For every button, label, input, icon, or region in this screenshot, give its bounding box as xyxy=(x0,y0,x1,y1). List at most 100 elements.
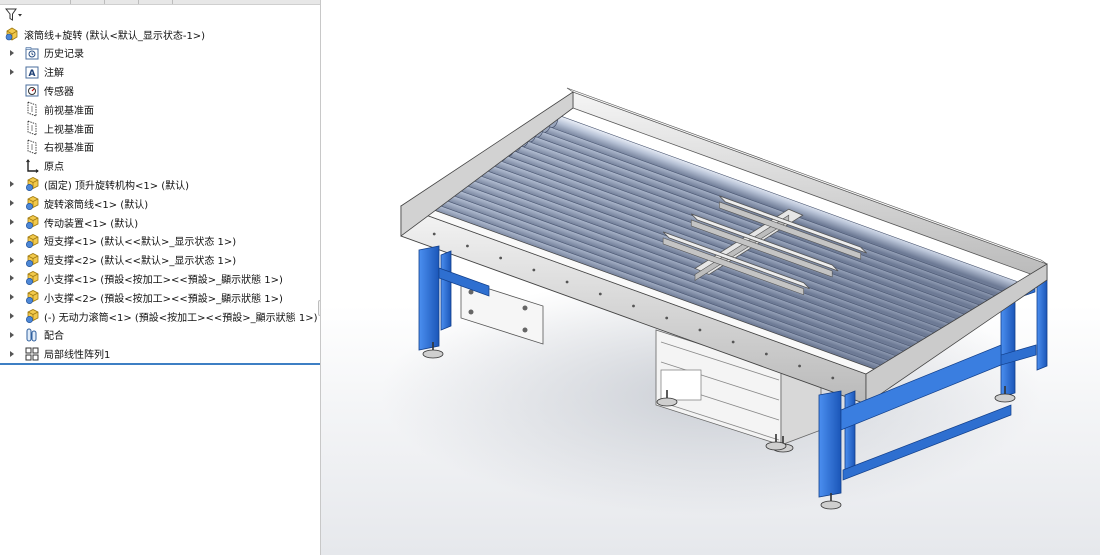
tree-item[interactable]: 小支撑<1> (預設<按加工><<預設>_顯示狀態 1>) xyxy=(0,269,320,287)
tree-item-label: 局部线性阵列1 xyxy=(44,350,111,362)
rail-hole xyxy=(665,316,669,320)
plane-icon xyxy=(24,101,40,117)
foot-pad xyxy=(820,500,842,510)
tree-item-label: 注解 xyxy=(44,68,64,80)
subassembly-icon xyxy=(24,233,40,249)
rail-hole xyxy=(731,340,735,344)
leg-post xyxy=(818,390,842,498)
tree-item[interactable]: 前视基准面 xyxy=(0,100,320,118)
foot-pad xyxy=(422,349,444,359)
tree-item[interactable]: 传感器 xyxy=(0,81,320,99)
tree-item-label: 传感器 xyxy=(44,86,74,98)
tree-item[interactable]: 小支撑<2> (預設<按加工><<預設>_顯示狀態 1>) xyxy=(0,288,320,306)
tree-item[interactable]: 历史记录 xyxy=(0,44,320,62)
filter-row xyxy=(2,5,318,23)
mates-icon xyxy=(24,327,40,343)
subassembly-icon xyxy=(24,270,40,286)
sensor-icon xyxy=(24,82,40,98)
tree-item[interactable]: 上视基准面 xyxy=(0,119,320,137)
tree-item[interactable]: 旋转滚筒线<1> (默认) xyxy=(0,194,320,212)
origin-icon xyxy=(24,158,40,174)
subassembly-icon xyxy=(24,214,40,230)
tree-item[interactable]: A 注解 xyxy=(0,63,320,81)
tree-item-label: 原点 xyxy=(44,162,64,174)
subassembly-icon xyxy=(24,195,40,211)
leg-post xyxy=(844,390,856,471)
expand-arrow-icon[interactable] xyxy=(8,274,16,282)
expand-arrow-icon[interactable] xyxy=(8,199,16,207)
tree-item-label: 右视基准面 xyxy=(44,143,94,155)
rail-hole xyxy=(565,280,569,284)
subassembly-icon xyxy=(24,308,40,324)
tree-item[interactable]: 短支撑<2> (默认<<默认>_显示状态 1>) xyxy=(0,251,320,269)
tree-item-label: (固定) 顶升旋转机构<1> (默认) xyxy=(44,180,190,192)
graphics-viewport[interactable] xyxy=(321,0,1100,555)
linear-pattern-icon xyxy=(24,346,40,362)
rail-hole xyxy=(532,268,536,272)
tree-item-label: 小支撑<1> (預設<按加工><<預設>_顯示狀態 1>) xyxy=(44,274,283,286)
tree-item-label: (-) 无动力滚筒<1> (預設<按加工><<預設>_顯示狀態 1>) xyxy=(44,312,318,324)
rail-hole xyxy=(499,256,503,260)
assembly-icon xyxy=(4,26,20,42)
plane-icon xyxy=(24,120,40,136)
plate-bolt xyxy=(522,305,528,311)
expand-arrow-icon[interactable] xyxy=(8,331,16,339)
tree-root[interactable]: 滚筒线+旋转 (默认<默认_显示状态-1>) xyxy=(0,25,320,43)
tree-item[interactable]: (固定) 顶升旋转机构<1> (默认) xyxy=(0,175,320,193)
rail-hole xyxy=(432,232,436,236)
expand-arrow-icon[interactable] xyxy=(8,312,16,320)
expand-arrow-icon[interactable] xyxy=(8,49,16,57)
expand-arrow-icon[interactable] xyxy=(8,256,16,264)
tree-root-label: 滚筒线+旋转 (默认<默认_显示状态-1>) xyxy=(24,30,206,42)
tree-item[interactable]: 短支撑<1> (默认<<默认>_显示状态 1>) xyxy=(0,232,320,250)
feature-manager-panel: 滚筒线+旋转 (默认<默认_显示状态-1>) 历史记录 A 注解传感器前视基准面上视… xyxy=(0,0,321,555)
tree-item-label: 配合 xyxy=(44,331,64,343)
tree-item-label: 传动装置<1> (默认) xyxy=(44,218,139,230)
tree-item[interactable]: 局部线性阵列1 xyxy=(0,345,320,363)
tree-item-label: 短支撑<1> (默认<<默认>_显示状态 1>) xyxy=(44,237,237,249)
foot-pad xyxy=(994,393,1016,403)
subassembly-icon xyxy=(24,176,40,192)
tree-item[interactable]: 传动装置<1> (默认) xyxy=(0,213,320,231)
plate-bolt xyxy=(522,327,528,333)
tree-item-label: 小支撑<2> (預設<按加工><<預設>_顯示狀態 1>) xyxy=(44,293,283,305)
tree-item-label: 短支撑<2> (默认<<默认>_显示状态 1>) xyxy=(44,256,237,268)
expand-arrow-icon[interactable] xyxy=(8,237,16,245)
rail-hole xyxy=(764,352,768,356)
tree-divider xyxy=(0,363,320,365)
annotation-icon: A xyxy=(24,64,40,80)
rail-hole xyxy=(698,328,702,332)
history-folder-icon xyxy=(24,45,40,61)
leg-post xyxy=(418,245,440,351)
svg-text:A: A xyxy=(29,69,36,79)
tree-item[interactable]: 原点 xyxy=(0,157,320,175)
plane-icon xyxy=(24,139,40,155)
expand-arrow-icon[interactable] xyxy=(8,180,16,188)
foot-pad xyxy=(656,397,678,407)
foot-pad xyxy=(765,441,787,451)
expand-arrow-icon[interactable] xyxy=(8,350,16,358)
rail-hole xyxy=(798,364,801,368)
leg-post xyxy=(440,250,452,331)
plate-bolt xyxy=(468,309,474,315)
tree-item[interactable]: (-) 无动力滚筒<1> (預設<按加工><<預設>_顯示狀態 1>) xyxy=(0,307,320,325)
expand-arrow-icon[interactable] xyxy=(8,68,16,76)
tree-item-label: 历史记录 xyxy=(44,49,84,61)
filter-icon[interactable] xyxy=(4,7,23,23)
conveyor-assembly-model[interactable] xyxy=(321,0,1100,555)
expand-arrow-icon[interactable] xyxy=(8,218,16,226)
tree-item[interactable]: 配合 xyxy=(0,326,320,344)
subassembly-icon xyxy=(24,252,40,268)
tree-item-label: 旋转滚筒线<1> (默认) xyxy=(44,199,149,211)
rail-hole xyxy=(466,244,469,248)
rail-hole xyxy=(632,304,635,308)
tree-item[interactable]: 右视基准面 xyxy=(0,138,320,156)
tree-item-label: 前视基准面 xyxy=(44,105,94,117)
expand-arrow-icon[interactable] xyxy=(8,293,16,301)
tree-item-label: 上视基准面 xyxy=(44,124,94,136)
